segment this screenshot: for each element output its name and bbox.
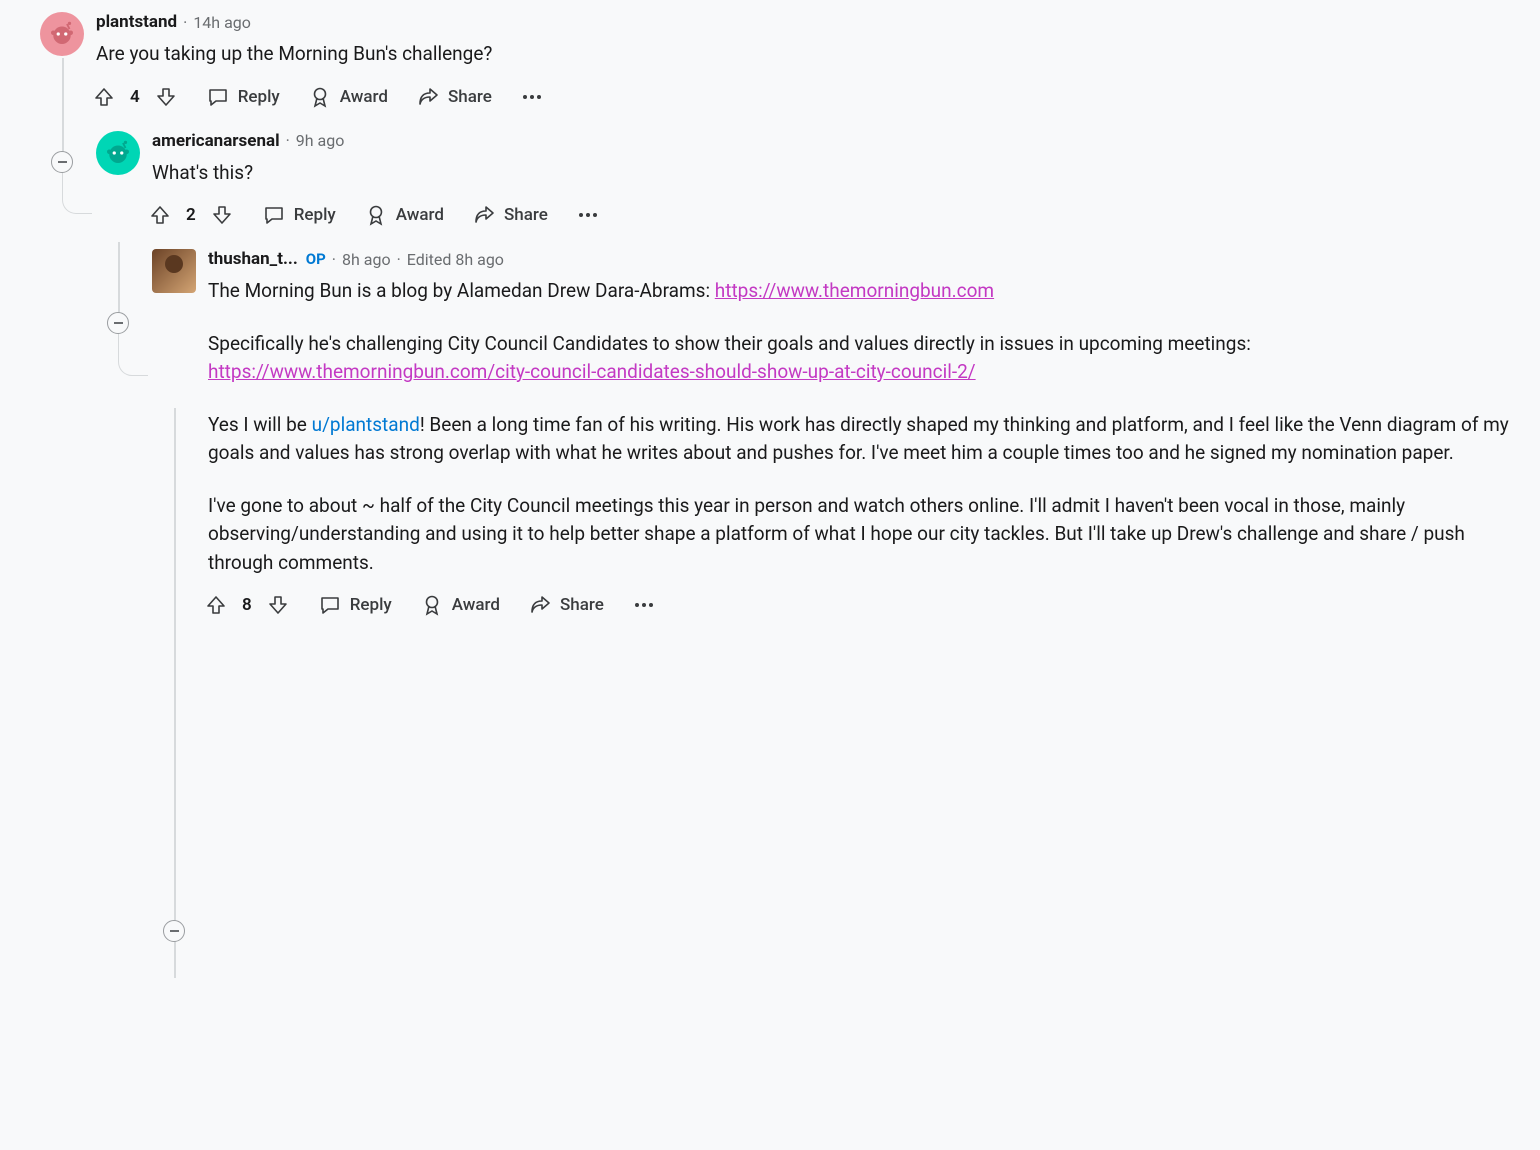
separator-dot: · [286,131,290,150]
separator-dot: · [183,13,187,32]
comment-body: What's this? [152,159,1520,188]
downvote-icon[interactable] [266,593,290,617]
external-link[interactable]: https://www.themorningbun.com/city-counc… [208,360,976,383]
more-button[interactable] [520,85,544,109]
timestamp: 14h ago [193,13,251,32]
avatar[interactable] [152,249,196,293]
vote-count: 2 [186,205,196,225]
separator-dot: · [332,250,336,269]
external-link[interactable]: https://www.themorningbun.com [715,279,994,302]
collapse-button[interactable] [107,312,129,334]
vote-count: 4 [130,87,140,107]
upvote-icon[interactable] [92,85,116,109]
more-button[interactable] [632,593,656,617]
vote-count: 8 [242,595,252,615]
share-button[interactable]: Share [528,593,604,617]
comment-body: Are you taking up the Morning Bun's chal… [96,40,1520,69]
reply-button[interactable]: Reply [318,593,392,617]
avatar[interactable] [40,12,84,56]
share-icon [528,593,552,617]
comment: americanarsenal · 9h ago What's this? 2 … [96,131,1520,228]
share-icon [472,203,496,227]
share-button[interactable]: Share [416,85,492,109]
comment: thushan_t... OP · 8h ago · Edited 8h ago… [152,249,1520,617]
reply-icon [318,593,342,617]
share-button[interactable]: Share [472,203,548,227]
reply-button[interactable]: Reply [206,85,280,109]
reply-icon [206,85,230,109]
downvote-icon[interactable] [210,203,234,227]
op-badge: OP [306,250,326,268]
edited-label: Edited 8h ago [407,250,504,269]
user-mention-link[interactable]: u/plantstand [312,413,420,436]
username-link[interactable]: thushan_t... [208,249,298,269]
award-icon [308,85,332,109]
username-link[interactable]: americanarsenal [152,131,280,151]
comment: plantstand · 14h ago Are you taking up t… [40,12,1520,109]
collapse-button[interactable] [51,151,73,173]
comment-body: The Morning Bun is a blog by Alamedan Dr… [208,277,1520,577]
upvote-icon[interactable] [204,593,228,617]
collapse-button[interactable] [163,920,185,942]
award-button[interactable]: Award [308,85,388,109]
upvote-icon[interactable] [148,203,172,227]
username-link[interactable]: plantstand [96,12,177,32]
avatar[interactable] [96,131,140,175]
more-button[interactable] [576,203,600,227]
downvote-icon[interactable] [154,85,178,109]
award-icon [420,593,444,617]
reply-icon [262,203,286,227]
share-icon [416,85,440,109]
timestamp: 8h ago [342,250,391,269]
award-button[interactable]: Award [364,203,444,227]
award-icon [364,203,388,227]
timestamp: 9h ago [296,131,345,150]
separator-dot: · [397,250,401,269]
reply-button[interactable]: Reply [262,203,336,227]
award-button[interactable]: Award [420,593,500,617]
